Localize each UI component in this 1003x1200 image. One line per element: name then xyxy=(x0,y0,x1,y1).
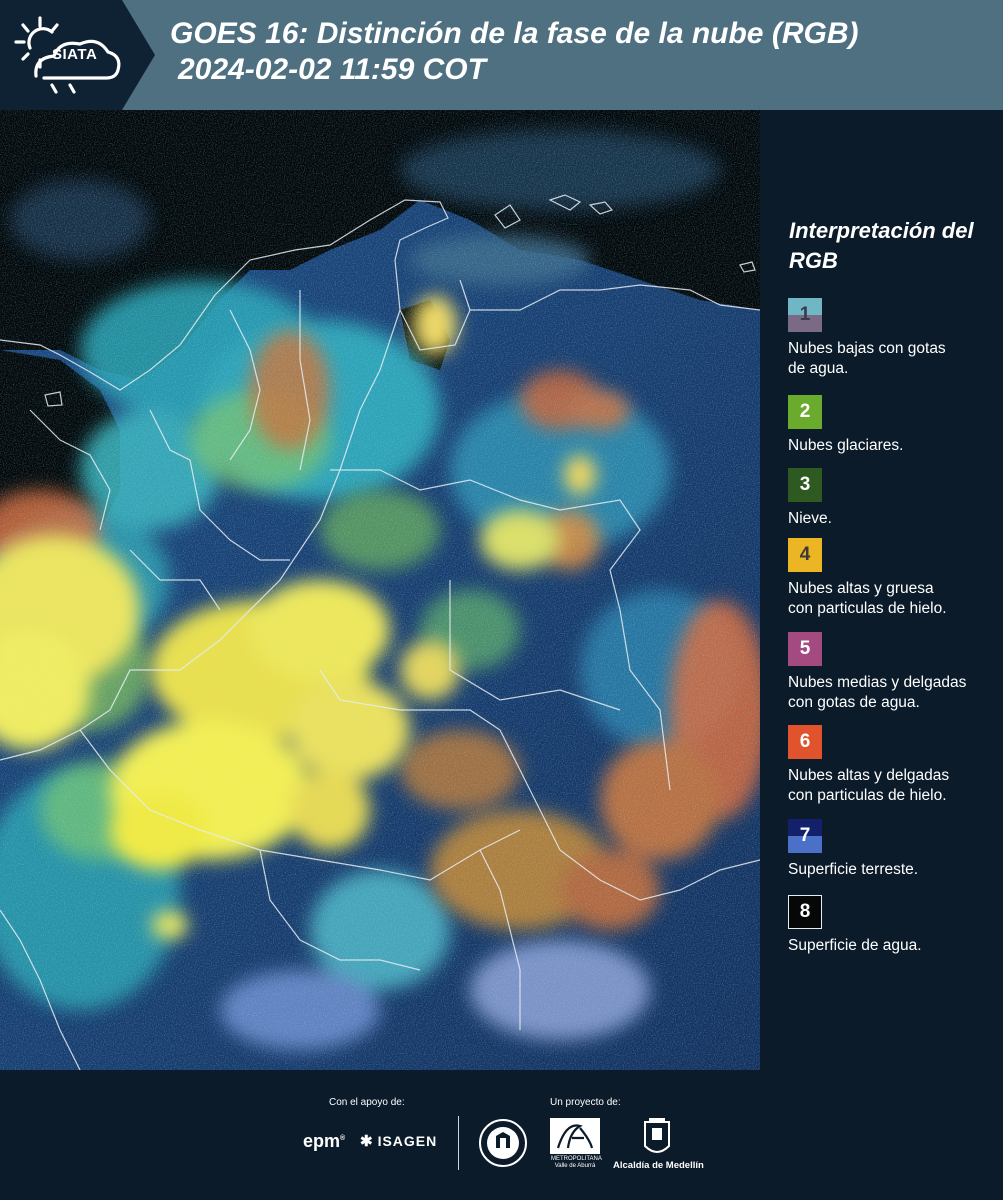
support-label: Con el apoyo de: xyxy=(329,1097,405,1108)
footer-divider xyxy=(458,1116,459,1170)
area-metropolitana-text: METROPOLITANA Valle de Aburrá xyxy=(551,1156,602,1169)
legend-description: Superficie de agua. xyxy=(788,936,988,956)
legend-desc-line: Nubes medias y delgadas xyxy=(788,674,967,691)
legend-description: Nubes medias y delgadas con gotas de agu… xyxy=(788,673,988,713)
isagen-logo-text: ISAGEN xyxy=(377,1133,438,1149)
university-seal-icon xyxy=(479,1119,527,1167)
legend-desc-line: con gotas de agua. xyxy=(788,694,920,711)
epm-logo-text: epm xyxy=(303,1131,341,1151)
legend-description: Superficie terreste. xyxy=(788,860,988,880)
legend-description: Nubes altas y delgadas con particulas de… xyxy=(788,766,988,806)
isagen-logo: ✱ ISAGEN xyxy=(360,1132,437,1150)
legend-item-8: 8 Superficie de agua. xyxy=(788,895,988,956)
alcaldia-shield-icon xyxy=(644,1118,670,1153)
siata-logo: SIATA xyxy=(0,0,155,110)
legend-number: 8 xyxy=(799,901,811,922)
satellite-rgb-map xyxy=(0,110,760,1070)
siata-logo-text: SIATA xyxy=(52,46,98,63)
alcaldia-medellin-text: Alcaldía de Medellín xyxy=(613,1160,704,1171)
project-label: Un proyecto de: xyxy=(550,1097,621,1108)
legend-item-4: 4 Nubes altas y gruesa con particulas de… xyxy=(788,538,988,619)
legend-desc-line: de agua. xyxy=(788,360,849,377)
legend-description: Nubes bajas con gotas de agua. xyxy=(788,339,988,379)
header-bar: SIATA GOES 16: Distinción de la fase de … xyxy=(0,0,1003,110)
legend-panel: Interpretación del RGB 1 Nubes bajas con… xyxy=(760,110,1003,1070)
footer: Con el apoyo de: Un proyecto de: epm® ✱ I… xyxy=(0,1070,1003,1200)
legend-swatch-8: 8 xyxy=(788,895,822,929)
legend-number: 6 xyxy=(799,731,811,752)
legend-description: Nieve. xyxy=(788,509,988,529)
legend-swatch-5: 5 xyxy=(788,632,822,666)
legend-item-1: 1 Nubes bajas con gotas de agua. xyxy=(788,298,988,379)
legend-desc-line: Nieve. xyxy=(788,510,832,527)
legend-swatch-6: 6 xyxy=(788,725,822,759)
page-title: GOES 16: Distinción de la fase de la nub… xyxy=(170,16,858,88)
legend-desc-line: Nubes altas y gruesa xyxy=(788,580,934,597)
satellite-image xyxy=(0,110,760,1070)
legend-desc-line: Nubes glaciares. xyxy=(788,437,904,454)
legend-swatch-1: 1 xyxy=(788,298,822,332)
legend-swatch-3: 3 xyxy=(788,468,822,502)
legend-number: 5 xyxy=(799,638,811,659)
isagen-mark-icon: ✱ xyxy=(360,1133,374,1150)
legend-desc-line: Superficie terreste. xyxy=(788,861,919,878)
legend-desc-line: con particulas de hielo. xyxy=(788,787,947,804)
legend-item-3: 3 Nieve. xyxy=(788,468,988,529)
legend-item-6: 6 Nubes altas y delgadas con particulas … xyxy=(788,725,988,806)
legend-number: 7 xyxy=(799,825,811,846)
legend-description: Nubes altas y gruesa con particulas de h… xyxy=(788,579,988,619)
legend-number: 4 xyxy=(799,544,811,565)
legend-number: 1 xyxy=(799,304,811,325)
legend-swatch-7: 7 xyxy=(788,819,822,853)
epm-logo: epm® xyxy=(303,1131,346,1151)
legend-desc-line: Nubes bajas con gotas xyxy=(788,340,946,357)
legend-desc-line: Superficie de agua. xyxy=(788,937,922,954)
legend-item-7: 7 Superficie terreste. xyxy=(788,819,988,880)
title-timestamp: 2024-02-02 11:59 COT xyxy=(178,53,486,86)
legend-description: Nubes glaciares. xyxy=(788,436,988,456)
legend-desc-line: Nubes altas y delgadas xyxy=(788,767,950,784)
legend-item-5: 5 Nubes medias y delgadas con gotas de a… xyxy=(788,632,988,713)
legend-number: 2 xyxy=(799,401,811,422)
legend-swatch-2: 2 xyxy=(788,395,822,429)
legend-item-2: 2 Nubes glaciares. xyxy=(788,395,988,456)
title-line-1: GOES 16: Distinción de la fase de la nub… xyxy=(170,17,859,50)
legend-number: 3 xyxy=(799,474,811,495)
legend-desc-line: con particulas de hielo. xyxy=(788,600,947,617)
legend-title: Interpretación del RGB xyxy=(789,218,974,273)
legend-swatch-4: 4 xyxy=(788,538,822,572)
